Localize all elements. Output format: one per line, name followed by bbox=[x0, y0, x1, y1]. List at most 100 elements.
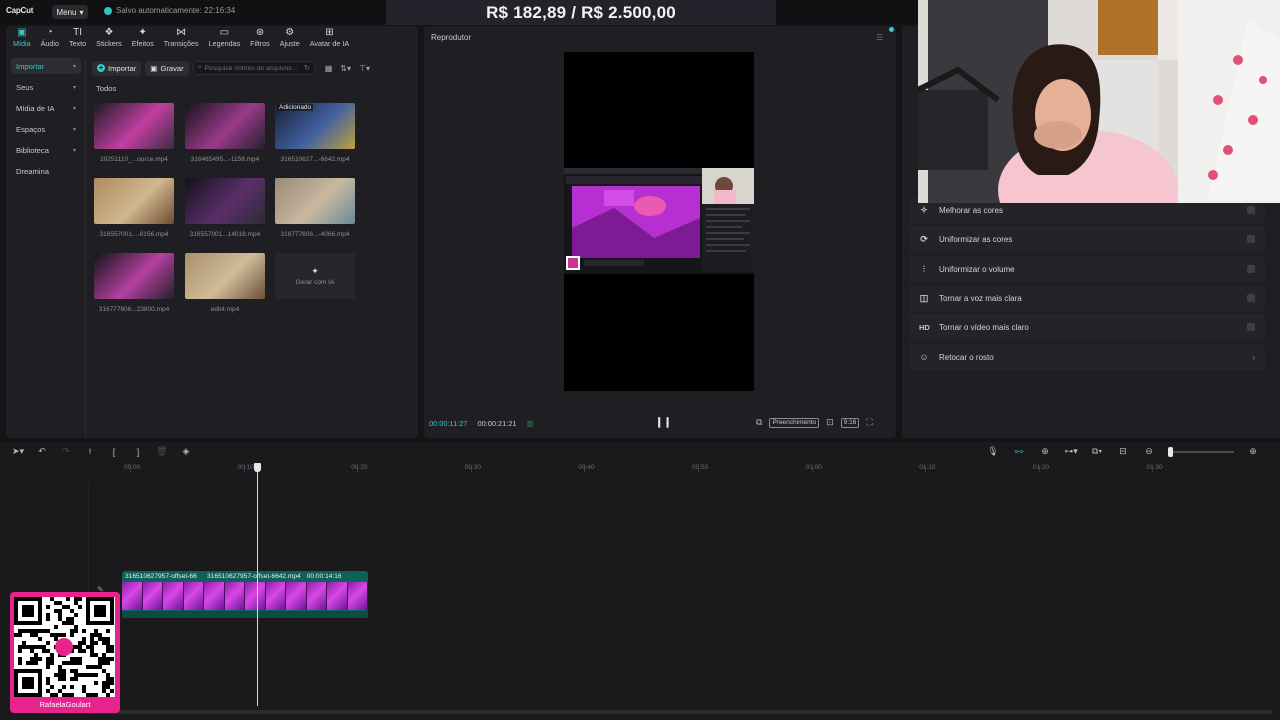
sidebar-item-3[interactable]: Espaços ▾ bbox=[11, 121, 81, 137]
sidebar-item-2[interactable]: Mídia de IA ▾ bbox=[11, 100, 81, 116]
clip-name-b: 316510627957-offset-6642.mp4 bbox=[207, 572, 301, 580]
linkage-icon[interactable]: ⊶▾ bbox=[1058, 446, 1084, 457]
chevron-down-icon: ▾ bbox=[79, 7, 84, 17]
media-filename: edit4.mp4 bbox=[210, 306, 240, 313]
player-menu-icon[interactable]: ☰ bbox=[876, 33, 883, 42]
enhance-option-row[interactable]: ◫ Tornar a voz mais clara bbox=[909, 285, 1265, 311]
delete-icon[interactable]: 🗑 bbox=[150, 446, 174, 457]
color-match-icon: ⟳ bbox=[920, 233, 928, 244]
menu-button[interactable]: Menu ▾ bbox=[52, 5, 88, 19]
preview-axis-icon[interactable]: ⧉▾ bbox=[1084, 446, 1110, 457]
split-right-icon[interactable]: ] bbox=[126, 447, 150, 457]
playhead[interactable] bbox=[257, 466, 258, 706]
tab-4[interactable]: ✦ Efeitos bbox=[127, 27, 159, 51]
sidebar-item-label: Biblioteca bbox=[16, 145, 49, 155]
search-input[interactable]: ⌕ Pesquise nomes de arquivos... ↻ bbox=[192, 61, 315, 75]
link-clips-icon[interactable]: ⧟ bbox=[1006, 446, 1032, 457]
media-thumbnail[interactable]: Adicionado bbox=[275, 103, 355, 149]
grid-view-icon[interactable]: ▦ bbox=[323, 64, 335, 73]
crop-icon[interactable]: ⧉ bbox=[756, 417, 762, 428]
option-toggle[interactable] bbox=[1247, 294, 1255, 302]
option-toggle[interactable] bbox=[1247, 206, 1255, 214]
clip-header: 316510627957-offset-66 316510627957-offs… bbox=[122, 571, 368, 581]
fps-meter-icon: ▥ bbox=[526, 419, 534, 428]
ruler-tick-label: 00:10 bbox=[237, 464, 254, 471]
snapshot-icon[interactable]: ⊡ bbox=[826, 417, 834, 428]
media-thumbnail[interactable] bbox=[94, 103, 174, 149]
tab-5[interactable]: ⋈ Transições bbox=[159, 27, 204, 51]
enhance-option-label: Uniformizar as cores bbox=[939, 234, 1013, 244]
ai-generate-tile[interactable]: ✦ Gerar com IA bbox=[275, 253, 355, 299]
pause-button[interactable]: ❙❙ bbox=[655, 417, 672, 431]
option-toggle[interactable] bbox=[1247, 323, 1255, 331]
caption-icon[interactable]: ⊟ bbox=[1110, 446, 1136, 457]
chevron-down-icon: ▾ bbox=[72, 126, 76, 133]
tab-7[interactable]: ⊛ Filtros bbox=[245, 27, 275, 51]
magnet-icon[interactable]: ⊕ bbox=[1032, 446, 1058, 457]
select-tool-icon[interactable]: ➤▾ bbox=[6, 446, 30, 457]
clip-frame bbox=[245, 582, 266, 610]
media-thumbnail[interactable] bbox=[185, 253, 265, 299]
sticker-icon: ❖ bbox=[104, 27, 114, 38]
added-badge: Adicionado bbox=[277, 104, 314, 111]
tab-1[interactable]: ◔ Áudio bbox=[36, 27, 64, 51]
enhance-option-label: Tornar a voz mais clara bbox=[939, 293, 1022, 303]
tab-0[interactable]: ▣ Mídia bbox=[8, 27, 36, 51]
option-toggle[interactable] bbox=[1247, 265, 1255, 273]
menu-label: Menu bbox=[56, 7, 77, 17]
refresh-icon[interactable]: ↻ bbox=[304, 64, 310, 72]
record-button[interactable]: ▣ Gravar bbox=[145, 60, 189, 76]
zoom-slider-handle[interactable] bbox=[1168, 446, 1173, 457]
option-toggle[interactable] bbox=[1247, 235, 1255, 243]
plus-icon: + bbox=[97, 64, 105, 72]
aspect-ratio-button[interactable]: 9:16 bbox=[840, 417, 860, 428]
undo-icon[interactable]: ↶ bbox=[30, 446, 54, 457]
sidebar-item-5[interactable]: Dreamina bbox=[11, 163, 81, 179]
enhance-option-row[interactable]: HD Tornar o vídeo mais claro bbox=[909, 314, 1265, 340]
media-thumbnail[interactable] bbox=[94, 178, 174, 224]
redo-icon[interactable]: ↷ bbox=[54, 446, 78, 457]
ruler-tick-label: 01:10 bbox=[919, 464, 936, 471]
split-icon[interactable]: ⟊ bbox=[78, 446, 102, 457]
clip-frame bbox=[265, 582, 286, 610]
ai-avatar-icon: ⊞ bbox=[325, 27, 334, 38]
enhance-option-row[interactable]: ☺ Retocar o rosto › bbox=[909, 344, 1265, 370]
tab-3[interactable]: ❖ Stickers bbox=[91, 27, 127, 51]
enhance-option-row[interactable]: ⫶ Uniformizar o volume bbox=[909, 256, 1265, 282]
media-thumbnail[interactable] bbox=[185, 103, 265, 149]
filter-icon[interactable]: ⊤▾ bbox=[357, 64, 372, 73]
sidebar-item-4[interactable]: Biblioteca ▾ bbox=[11, 142, 81, 158]
media-thumbnail[interactable] bbox=[185, 178, 265, 224]
tab-9[interactable]: ⊞ Avatar de IA bbox=[305, 27, 354, 51]
split-left-icon[interactable]: [ bbox=[102, 447, 126, 457]
fill-mode-button[interactable]: Preenchimento bbox=[769, 417, 820, 428]
zoom-in-icon[interactable]: ⊕ bbox=[1240, 446, 1266, 457]
total-time: 00:00:21:21 bbox=[477, 419, 517, 428]
timeline-scrollbar[interactable] bbox=[88, 710, 1272, 714]
zoom-slider[interactable] bbox=[1168, 446, 1234, 457]
media-filename: 316465495...-1158.mp4 bbox=[190, 156, 260, 163]
sort-icon[interactable]: ⇅▾ bbox=[338, 64, 353, 73]
tab-2[interactable]: TI Texto bbox=[64, 27, 91, 51]
import-button[interactable]: + Importar bbox=[92, 60, 142, 76]
microphone-icon[interactable]: 🎙 bbox=[980, 446, 1006, 457]
fullscreen-icon[interactable]: ⛶ bbox=[866, 417, 872, 428]
chevron-right-icon: › bbox=[1252, 352, 1255, 362]
tool-tabs: ▣ Mídia ◔ Áudio TI Texto ❖ Stickers ✦ Efeitos ⋈ Tra… bbox=[8, 27, 354, 51]
ruler-tick-label: 01:30 bbox=[1146, 464, 1163, 471]
tab-8[interactable]: ⚙ Ajuste bbox=[275, 27, 305, 51]
playhead-handle[interactable] bbox=[254, 463, 261, 472]
zoom-out-icon[interactable]: ⊖ bbox=[1136, 446, 1162, 457]
enhance-option-label: Retocar o rosto bbox=[939, 352, 994, 362]
sidebar-item-1[interactable]: Seus ▾ bbox=[11, 79, 81, 95]
marker-icon[interactable]: ◈ bbox=[174, 446, 198, 457]
media-thumbnail[interactable] bbox=[94, 253, 174, 299]
video-frame bbox=[564, 168, 754, 274]
ruler-tick-label: 00:20 bbox=[351, 464, 368, 471]
tab-6[interactable]: ▭ Legendas bbox=[204, 27, 246, 51]
sidebar-item-0[interactable]: Importar ▾ bbox=[11, 58, 81, 74]
sidebar-item-label: Dreamina bbox=[16, 166, 49, 176]
media-thumbnail[interactable] bbox=[275, 178, 355, 224]
media-sidebar: Importar ▾ Seus ▾ Mídia de IA ▾ Espaços ▾ Biblio… bbox=[8, 58, 86, 438]
enhance-option-row[interactable]: ⟳ Uniformizar as cores bbox=[909, 226, 1265, 252]
